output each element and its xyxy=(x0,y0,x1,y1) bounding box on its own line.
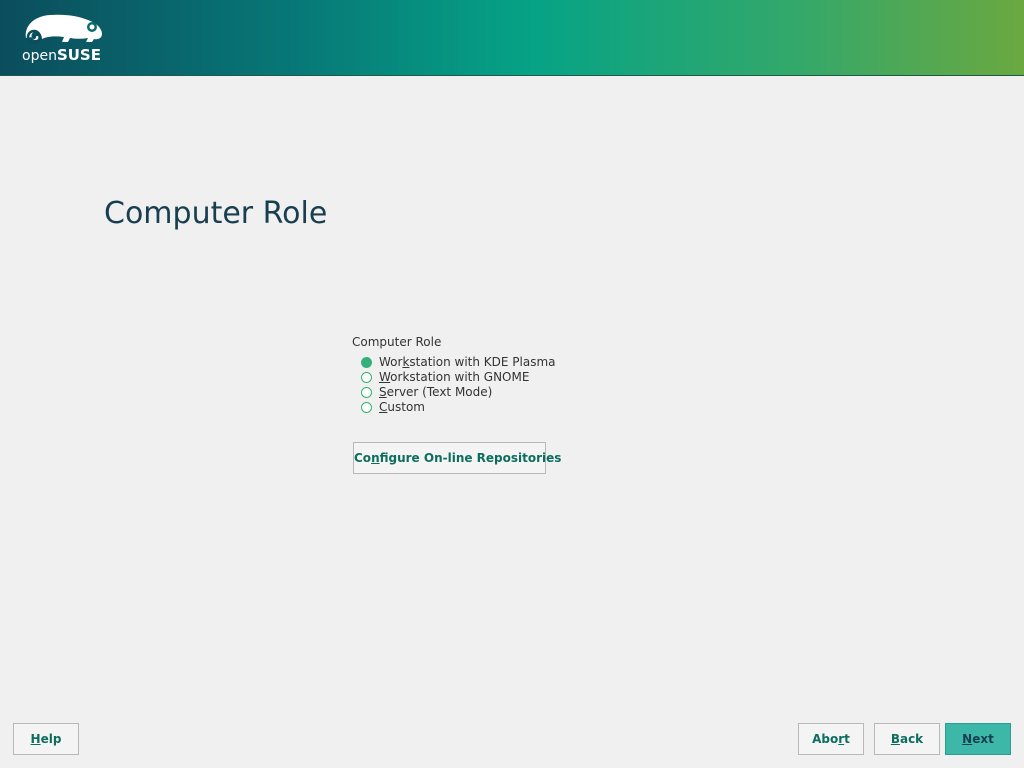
logo-wordmark-suse: SUSE xyxy=(56,46,101,64)
logo-wordmark-open: open xyxy=(22,48,57,64)
role-option-label: Workstation with GNOME xyxy=(379,370,530,384)
role-option-kde-plasma[interactable]: Workstation with KDE Plasma xyxy=(352,355,612,370)
header-banner: openSUSE xyxy=(0,0,1024,76)
radio-unchecked-icon[interactable] xyxy=(361,372,372,383)
role-option-label: Server (Text Mode) xyxy=(379,385,493,399)
computer-role-label: Computer Role xyxy=(352,335,442,349)
logo-wordmark: openSUSE xyxy=(22,46,101,64)
radio-unchecked-icon[interactable] xyxy=(361,402,372,413)
radio-checked-icon[interactable] xyxy=(361,357,372,368)
opensuse-logo: openSUSE xyxy=(22,12,112,66)
radio-unchecked-icon[interactable] xyxy=(361,387,372,398)
page-title: Computer Role xyxy=(104,196,328,231)
role-option-custom[interactable]: Custom xyxy=(352,400,612,415)
configure-online-repositories-button[interactable]: Configure On-line Repositories xyxy=(353,442,561,474)
abort-button[interactable]: Abort xyxy=(798,723,864,755)
help-button[interactable]: Help xyxy=(13,723,79,755)
role-option-label: Custom xyxy=(379,400,425,414)
back-button[interactable]: Back xyxy=(874,723,940,755)
role-option-server-text-mode[interactable]: Server (Text Mode) xyxy=(352,385,612,400)
role-option-label: Workstation with KDE Plasma xyxy=(379,355,556,369)
role-option-gnome[interactable]: Workstation with GNOME xyxy=(352,370,612,385)
computer-role-group: Computer Role Workstation with KDE Plasm… xyxy=(352,334,612,415)
next-button[interactable]: Next xyxy=(945,723,1011,755)
chameleon-logo-icon xyxy=(25,14,102,45)
